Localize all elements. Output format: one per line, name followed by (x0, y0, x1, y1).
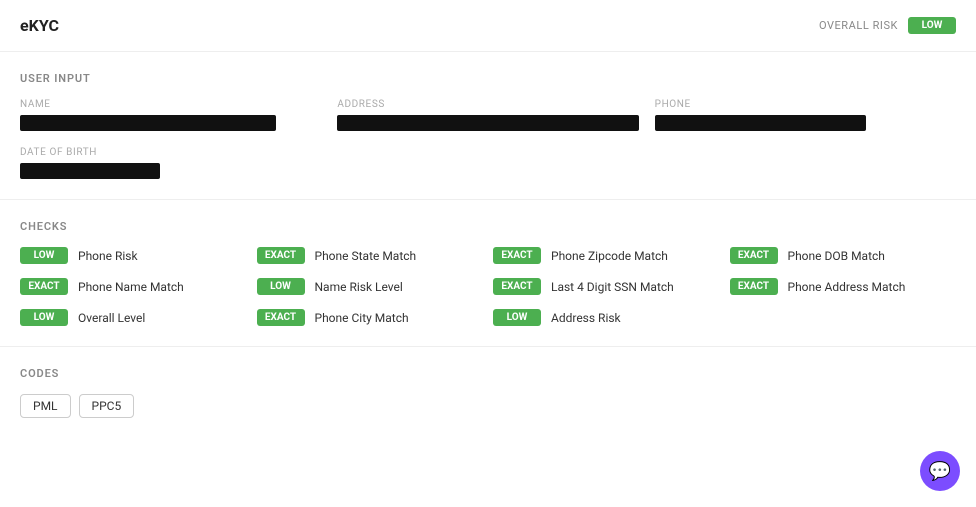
check-badge: EXACT (20, 278, 68, 295)
check-badge: EXACT (257, 309, 305, 326)
phone-field: PHONE (655, 99, 956, 131)
check-label: Phone Address Match (788, 280, 906, 294)
check-item: EXACT Phone DOB Match (730, 247, 957, 264)
chat-icon[interactable]: 💬 (920, 451, 960, 491)
check-badge: LOW (493, 309, 541, 326)
check-badge: EXACT (257, 247, 305, 264)
code-badge: PPC5 (79, 394, 135, 418)
check-badge: EXACT (493, 247, 541, 264)
checks-grid: LOW Phone Risk EXACT Phone State Match E… (20, 247, 956, 326)
check-item: LOW Name Risk Level (257, 278, 484, 295)
check-item: EXACT Phone State Match (257, 247, 484, 264)
phone-value (655, 115, 866, 131)
codes-section: CODES PML PPC5 (0, 347, 976, 438)
check-item: EXACT Last 4 Digit SSN Match (493, 278, 720, 295)
user-input-section: USER INPUT NAME ADDRESS PHONE DATE OF BI… (0, 52, 976, 199)
check-label: Phone DOB Match (788, 249, 885, 263)
logo: eKYC (20, 16, 59, 35)
name-value (20, 115, 276, 131)
name-label: NAME (20, 99, 321, 110)
check-item: EXACT Phone Name Match (20, 278, 247, 295)
overall-risk-label: OVERALL RISK (819, 19, 898, 32)
codes-title: CODES (20, 367, 956, 380)
address-field: ADDRESS (337, 99, 638, 131)
check-item: LOW Overall Level (20, 309, 247, 326)
check-badge: LOW (20, 309, 68, 326)
check-item: EXACT Phone Address Match (730, 278, 957, 295)
check-label: Last 4 Digit SSN Match (551, 280, 674, 294)
check-label: Phone Zipcode Match (551, 249, 668, 263)
overall-risk-container: OVERALL RISK LOW (819, 17, 956, 34)
check-badge: EXACT (493, 278, 541, 295)
user-input-grid: NAME ADDRESS PHONE (20, 99, 956, 131)
user-input-title: USER INPUT (20, 72, 956, 85)
check-badge: LOW (257, 278, 305, 295)
phone-label: PHONE (655, 99, 956, 110)
check-label: Address Risk (551, 311, 621, 325)
checks-section: CHECKS LOW Phone Risk EXACT Phone State … (0, 200, 976, 346)
dob-field: DATE OF BIRTH (20, 147, 956, 179)
overall-risk-badge: LOW (908, 17, 956, 34)
header: eKYC OVERALL RISK LOW (0, 0, 976, 52)
check-label: Phone Name Match (78, 280, 184, 294)
check-badge: LOW (20, 247, 68, 264)
check-label: Phone City Match (315, 311, 409, 325)
check-label: Phone Risk (78, 249, 138, 263)
check-item: LOW Address Risk (493, 309, 720, 326)
address-value (337, 115, 638, 131)
dob-value (20, 163, 160, 179)
check-label: Overall Level (78, 311, 145, 325)
chat-icon-symbol: 💬 (929, 461, 951, 482)
check-badge: EXACT (730, 247, 778, 264)
check-badge: EXACT (730, 278, 778, 295)
check-item: EXACT Phone City Match (257, 309, 484, 326)
code-badge: PML (20, 394, 71, 418)
codes-row: PML PPC5 (20, 394, 956, 418)
check-label: Name Risk Level (315, 280, 403, 294)
check-item: EXACT Phone Zipcode Match (493, 247, 720, 264)
dob-label: DATE OF BIRTH (20, 147, 956, 158)
check-item: LOW Phone Risk (20, 247, 247, 264)
name-field: NAME (20, 99, 321, 131)
address-label: ADDRESS (337, 99, 638, 110)
check-label: Phone State Match (315, 249, 417, 263)
checks-title: CHECKS (20, 220, 956, 233)
